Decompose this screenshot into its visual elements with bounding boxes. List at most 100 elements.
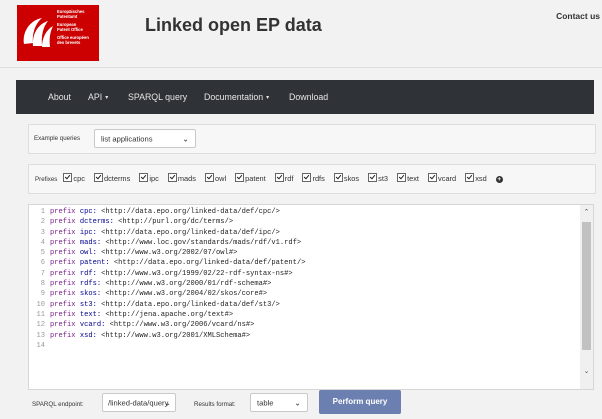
prefix-toggle-owl[interactable]: owl — [205, 165, 226, 193]
endpoint-value: /linked-data/query — [108, 398, 169, 407]
code-keyword: prefix — [50, 321, 76, 330]
code-keyword: prefix — [50, 280, 76, 289]
code-line: 2 prefix dcterms: <http://purl.org/dc/ter… — [29, 217, 569, 227]
prefix-toggle-ipc[interactable]: ipc — [139, 165, 159, 193]
chevron-up-icon[interactable]: ⌃ — [580, 208, 593, 216]
prefix-name: ipc — [149, 174, 159, 183]
nav-sparql-query[interactable]: SPARQL query — [128, 80, 187, 114]
prefix-toggle-cpc[interactable]: cpc — [63, 165, 85, 193]
nav-documentation[interactable]: Documentation ▾ — [204, 80, 269, 114]
prefix-name: rdf — [284, 174, 294, 183]
code-line: 10 prefix st3: <http://data.epo.org/linke… — [29, 300, 569, 310]
code-uri: <http://jena.apache.org/text#> — [105, 310, 234, 319]
line-number: 7 — [40, 269, 45, 278]
contact-link[interactable]: Contact us — [556, 11, 600, 21]
prefix-toggle-dcterms[interactable]: dcterms — [94, 165, 130, 193]
nav-about[interactable]: About — [48, 80, 71, 114]
code-keyword: prefix — [50, 331, 76, 340]
add-prefix-icon[interactable]: + — [495, 176, 503, 183]
code-keyword: prefix — [50, 238, 76, 247]
prefixes-panel: Prefixes cpc dcterms ipc mads owl patent… — [28, 164, 596, 194]
code-keyword: prefix — [50, 269, 76, 278]
code-lines: 1 prefix cpc: <http://data.epo.org/linked… — [29, 207, 569, 351]
header-divider — [0, 67, 602, 68]
checkbox-checked-icon[interactable] — [302, 173, 312, 182]
code-prefix-name: st3: — [79, 300, 97, 309]
nav-api[interactable]: API ▾ — [88, 80, 108, 114]
checkbox-checked-icon[interactable] — [63, 173, 73, 182]
line-number: 14 — [36, 341, 45, 350]
prefixes-row: Prefixes cpc dcterms ipc mads owl patent… — [35, 165, 503, 193]
code-uri: <http://www.w3.org/2006/vcard/ns#> — [109, 321, 255, 330]
line-number: 4 — [40, 238, 45, 247]
code-prefix-name: ipc: — [79, 228, 97, 237]
chevron-down-icon: ⌄ — [294, 398, 301, 407]
code-prefix-name: mads: — [79, 238, 102, 247]
prefix-name: text — [407, 174, 419, 183]
site-header: Europäisches Patentamt European Patent O… — [0, 0, 602, 67]
prefix-name: mads — [177, 174, 196, 183]
nav-label: About — [48, 92, 71, 102]
code-prefix-name: skos: — [79, 290, 102, 299]
prefix-toggle-mads[interactable]: mads — [167, 165, 196, 193]
code-keyword: prefix — [50, 218, 76, 227]
caret-down-icon: ▾ — [266, 95, 270, 101]
code-uri: <http://data.epo.org/linked-data/def/pat… — [113, 259, 306, 268]
checkbox-checked-icon[interactable] — [205, 173, 215, 182]
checkbox-checked-icon[interactable] — [397, 173, 407, 182]
prefix-name: vcard — [438, 174, 457, 183]
main-navbar: About API ▾ SPARQL query Documentation ▾ D… — [16, 80, 594, 114]
editor-scrollbar[interactable]: ⌃ ⌄ — [580, 205, 593, 389]
nav-label: SPARQL query — [128, 92, 188, 102]
example-queries-select[interactable]: list applications ⌄ — [94, 129, 196, 148]
code-keyword: prefix — [50, 300, 76, 309]
code-keyword: prefix — [50, 290, 76, 299]
checkbox-checked-icon[interactable] — [428, 173, 438, 182]
code-prefix-name: rdfs: — [79, 280, 102, 289]
prefix-name: dcterms — [104, 174, 131, 183]
checkbox-checked-icon[interactable] — [333, 173, 343, 182]
query-bar: SPARQL endpoint: /linked-data/query ⌄ Re… — [28, 390, 594, 419]
code-line: 7 prefix rdf: <http://www.w3.org/1999/02/… — [29, 269, 569, 279]
code-prefix-name: xsd: — [79, 331, 97, 340]
code-prefix-name: vcard: — [79, 321, 106, 330]
code-line: 1 prefix cpc: <http://data.epo.org/linked… — [29, 207, 569, 217]
code-uri: <http://data.epo.org/linked-data/def/ipc… — [101, 228, 280, 237]
checkbox-checked-icon[interactable] — [274, 173, 284, 182]
prefix-toggle-patent[interactable]: patent — [235, 165, 266, 193]
scrollbar-thumb[interactable] — [582, 222, 591, 350]
checkbox-checked-icon[interactable] — [139, 173, 149, 182]
checkbox-checked-icon[interactable] — [368, 173, 378, 182]
prefix-toggle-rdfs[interactable]: rdfs — [302, 165, 325, 193]
prefix-toggle-xsd[interactable]: xsd — [465, 165, 487, 193]
code-uri: <http://www.w3.org/2000/01/rdf-schema#> — [105, 280, 272, 289]
checkbox-checked-icon[interactable] — [94, 173, 103, 182]
prefix-toggle-st3[interactable]: st3 — [368, 165, 388, 193]
prefix-toggle-text[interactable]: text — [397, 165, 419, 193]
sparql-editor[interactable]: 1 prefix cpc: <http://data.epo.org/linked… — [28, 204, 594, 390]
epo-logo[interactable]: Europäisches Patentamt European Patent O… — [17, 5, 99, 61]
line-number: 10 — [36, 300, 45, 309]
code-uri: <http://www.loc.gov/standards/mads/rdf/v… — [105, 238, 302, 247]
code-line: 8 prefix rdfs: <http://www.w3.org/2000/01… — [29, 279, 569, 289]
code-prefix-name: owl: — [79, 249, 97, 258]
prefix-toggle-vcard[interactable]: vcard — [428, 165, 456, 193]
results-format-value: table — [257, 398, 274, 407]
code-uri: <http://www.w3.org/2002/07/owl#> — [101, 249, 238, 258]
page-title: Linked open EP data — [145, 15, 322, 35]
perform-query-button[interactable]: Perform query — [319, 390, 401, 414]
code-prefix-name: rdf: — [79, 269, 97, 278]
checkbox-checked-icon[interactable] — [235, 173, 245, 182]
prefixes-label: Prefixes — [35, 176, 58, 183]
checkbox-checked-icon[interactable] — [167, 173, 177, 182]
checkbox-checked-icon[interactable] — [465, 173, 475, 182]
chevron-down-icon[interactable]: ⌄ — [580, 367, 593, 375]
endpoint-select[interactable]: /linked-data/query ⌄ — [102, 393, 176, 412]
code-line: 5 prefix owl: <http://www.w3.org/2002/07/… — [29, 248, 569, 258]
caret-down-icon: ▾ — [105, 95, 109, 101]
results-format-select[interactable]: table ⌄ — [250, 393, 308, 412]
prefix-toggle-skos[interactable]: skos — [333, 165, 359, 193]
nav-download[interactable]: Download — [289, 80, 328, 114]
line-number: 3 — [40, 228, 45, 237]
prefix-toggle-rdf[interactable]: rdf — [274, 165, 294, 193]
